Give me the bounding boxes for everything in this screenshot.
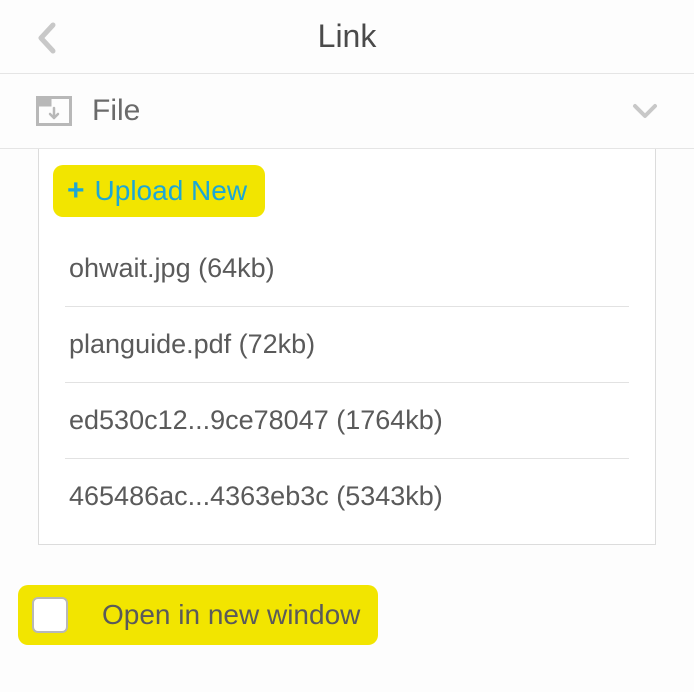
upload-new-label: Upload New xyxy=(95,175,248,207)
plus-icon: + xyxy=(67,176,85,206)
page-title: Link xyxy=(36,18,658,55)
link-type-selector[interactable]: File xyxy=(0,74,694,149)
open-new-window-checkbox[interactable] xyxy=(32,597,68,633)
open-new-window-option[interactable]: Open in new window xyxy=(18,585,378,645)
open-new-window-label: Open in new window xyxy=(102,599,360,631)
upload-new-button[interactable]: + Upload New xyxy=(53,165,265,217)
link-type-label: File xyxy=(92,94,632,128)
file-folder-icon xyxy=(36,96,72,126)
file-item[interactable]: ed530c12...9ce78047 (1764kb) xyxy=(65,383,629,459)
file-list-panel: + Upload New ohwait.jpg (64kb)planguide.… xyxy=(38,149,656,545)
header: Link xyxy=(0,0,694,74)
file-item[interactable]: ohwait.jpg (64kb) xyxy=(65,231,629,307)
file-item[interactable]: planguide.pdf (72kb) xyxy=(65,307,629,383)
file-item[interactable]: 465486ac...4363eb3c (5343kb) xyxy=(65,459,629,534)
chevron-down-icon xyxy=(632,103,658,119)
